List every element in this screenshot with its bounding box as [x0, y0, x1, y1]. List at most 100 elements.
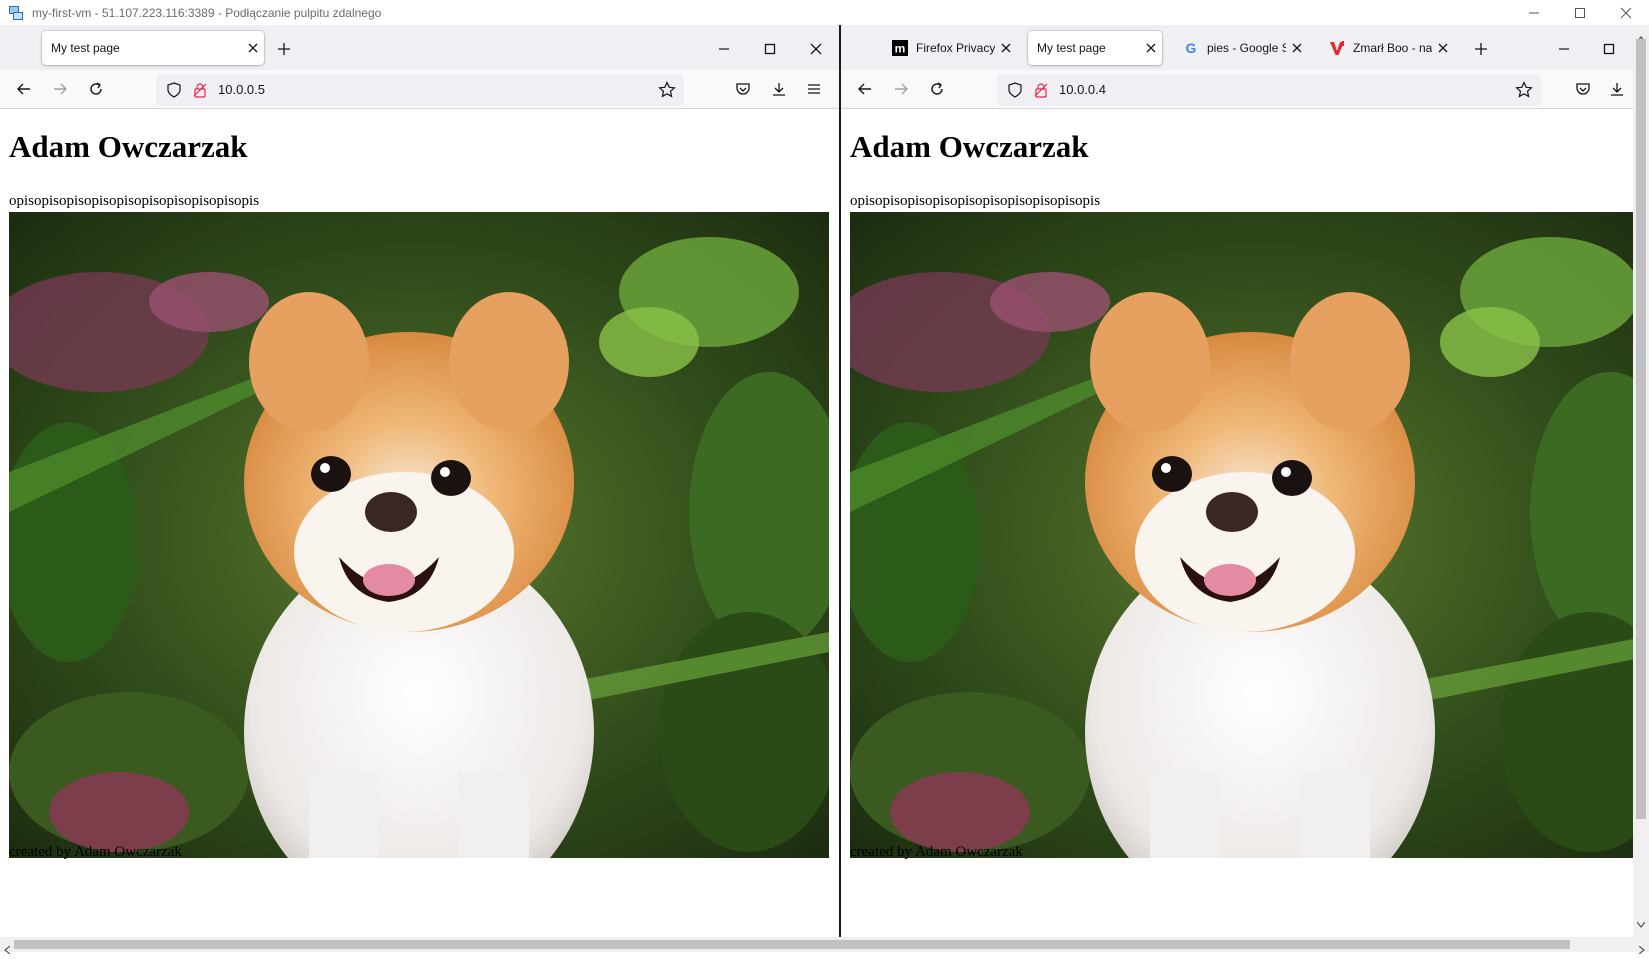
right-url-bar[interactable]: 10.0.0.4 — [997, 74, 1541, 106]
rdp-close-button[interactable] — [1603, 0, 1649, 25]
right-maximize-button[interactable] — [1593, 33, 1625, 65]
right-tab-my-test-page[interactable]: My test page — [1028, 31, 1162, 65]
tab-close-button[interactable] — [995, 37, 1017, 59]
remote-desktop-icon — [8, 5, 24, 21]
tab-label: My test page — [1037, 41, 1106, 55]
scroll-down-icon[interactable] — [1636, 915, 1646, 933]
wp-icon — [1329, 40, 1345, 56]
close-icon — [1620, 7, 1632, 18]
star-icon[interactable] — [658, 81, 676, 104]
insecure-lock-icon — [1033, 82, 1049, 103]
rdp-minimize-button[interactable] — [1511, 0, 1557, 25]
scroll-right-icon[interactable] — [1638, 941, 1645, 959]
close-icon — [248, 43, 258, 53]
tab-close-button[interactable] — [1286, 37, 1308, 59]
url-text: 10.0.0.4 — [1059, 82, 1106, 97]
right-nav-toolbar: 10.0.0.4 — [841, 70, 1633, 109]
left-nav-toolbar: 10.0.0.5 — [0, 70, 839, 109]
plus-icon — [278, 43, 290, 55]
rdp-maximize-button[interactable] — [1557, 0, 1603, 25]
horizontal-scrollbar[interactable] — [0, 937, 1649, 955]
close-icon — [1001, 43, 1011, 53]
left-minimize-button[interactable] — [708, 33, 740, 65]
tab-label: pies - Google Se — [1207, 41, 1286, 55]
downloads-button[interactable] — [763, 73, 795, 105]
left-tab-strip: My test page — [0, 25, 839, 70]
close-icon — [1146, 43, 1156, 53]
tab-close-button[interactable] — [1432, 37, 1454, 59]
arrow-left-icon — [17, 83, 30, 95]
maximize-icon — [1575, 7, 1585, 18]
shield-icon — [1007, 82, 1023, 103]
vertical-scroll-thumb[interactable] — [1636, 39, 1646, 819]
tab-label: Zmarł Boo - najp — [1353, 41, 1432, 55]
right-tab-firefox-privacy[interactable]: m Firefox Privacy N — [883, 31, 1017, 65]
minimize-icon — [1559, 48, 1569, 50]
arrow-right-icon — [54, 83, 67, 95]
pocket-button[interactable] — [1567, 73, 1599, 105]
plus-icon — [1475, 43, 1487, 55]
forward-button[interactable] — [885, 73, 917, 105]
page-heading: Adam Owczarzak — [9, 129, 248, 164]
hamburger-menu-icon — [808, 84, 820, 94]
dog-photo — [9, 212, 829, 858]
mozilla-icon: m — [892, 40, 908, 56]
arrow-right-icon — [895, 83, 908, 95]
page-description: opisopisopisopisopisopisopisopisopisopis — [9, 193, 260, 209]
reload-button[interactable] — [921, 73, 953, 105]
tab-label: Firefox Privacy N — [916, 41, 995, 55]
tab-close-button[interactable] — [242, 37, 264, 59]
scroll-left-icon[interactable] — [4, 941, 11, 959]
reload-button[interactable] — [80, 73, 112, 105]
new-tab-button[interactable] — [1465, 33, 1497, 65]
right-page-content: Adam Owczarzak opisopisopisopisopisopiso… — [841, 109, 1633, 937]
vertical-scrollbar[interactable] — [1633, 25, 1649, 937]
close-icon — [810, 43, 822, 55]
page-description: opisopisopisopisopisopisopisopisopisopis — [850, 193, 1101, 209]
reload-icon — [931, 82, 943, 95]
page-heading: Adam Owczarzak — [850, 129, 1089, 164]
url-text: 10.0.0.5 — [218, 82, 265, 97]
right-tab-strip: m Firefox Privacy N My test page G pies … — [841, 25, 1633, 70]
back-button[interactable] — [8, 73, 40, 105]
pocket-icon — [736, 83, 750, 95]
rdp-window-title: my-first-vm - 51.107.223.116:3389 - Podł… — [32, 5, 382, 20]
downloads-button[interactable] — [1601, 73, 1633, 105]
right-minimize-button[interactable] — [1548, 33, 1580, 65]
star-icon[interactable] — [1515, 81, 1533, 104]
insecure-lock-icon — [192, 82, 208, 103]
reload-icon — [90, 82, 102, 95]
menu-button[interactable] — [798, 73, 830, 105]
right-tab-google-search[interactable]: G pies - Google Se — [1174, 31, 1308, 65]
svg-text:m: m — [895, 42, 906, 56]
left-url-bar[interactable]: 10.0.0.5 — [156, 74, 684, 106]
left-page-content: Adam Owczarzak opisopisopisopisopisopiso… — [0, 109, 839, 937]
shield-icon — [166, 82, 182, 103]
dog-photo — [850, 212, 1633, 858]
google-icon: G — [1183, 40, 1199, 56]
arrow-left-icon — [858, 83, 871, 95]
left-tab-my-test-page[interactable]: My test page — [42, 31, 264, 65]
svg-text:G: G — [1186, 40, 1197, 56]
close-icon — [1438, 43, 1448, 53]
horizontal-scroll-thumb[interactable] — [14, 940, 1570, 949]
maximize-icon — [764, 43, 776, 55]
new-tab-button[interactable] — [268, 33, 300, 65]
download-icon — [1611, 83, 1623, 96]
page-footer: created by Adam Owczarzak — [850, 844, 1023, 860]
maximize-icon — [1603, 43, 1615, 55]
left-maximize-button[interactable] — [754, 33, 786, 65]
left-close-button[interactable] — [800, 33, 832, 65]
tab-close-button[interactable] — [1140, 37, 1162, 59]
page-footer: created by Adam Owczarzak — [9, 844, 182, 860]
minimize-icon — [719, 48, 729, 50]
rdp-titlebar: my-first-vm - 51.107.223.116:3389 - Podł… — [0, 0, 1649, 26]
minimize-icon — [1529, 12, 1539, 13]
close-icon — [1292, 43, 1302, 53]
tab-label: My test page — [51, 41, 120, 55]
back-button[interactable] — [849, 73, 881, 105]
pocket-icon — [1576, 83, 1590, 95]
forward-button[interactable] — [44, 73, 76, 105]
right-tab-wp-article[interactable]: Zmarł Boo - najp — [1320, 31, 1454, 65]
pocket-button[interactable] — [727, 73, 759, 105]
